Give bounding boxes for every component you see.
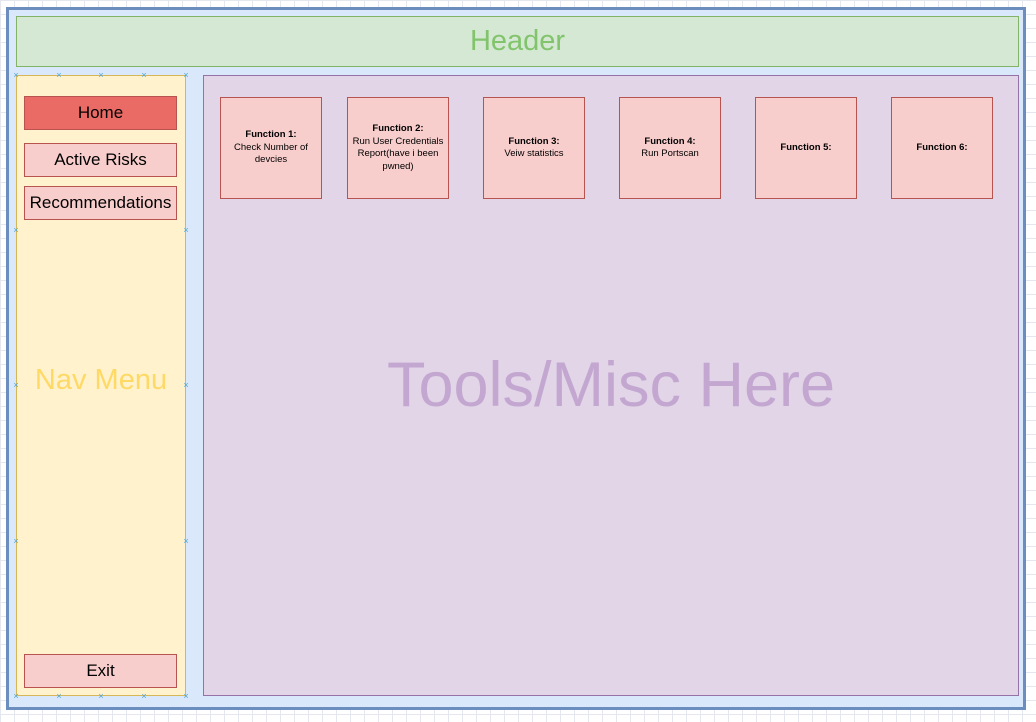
selection-handle-icon[interactable]: × [12,381,20,390]
selection-handle-icon[interactable]: × [182,537,190,546]
function-1-desc: Check Number of devcies [234,141,308,166]
function-3-button[interactable]: Function 3: Veiw statistics [483,97,585,199]
exit-button[interactable]: Exit [24,654,177,688]
selection-handle-icon[interactable]: × [12,537,20,546]
selection-handle-icon[interactable]: × [140,692,148,701]
selection-handle-icon[interactable]: × [12,226,20,235]
function-5-button[interactable]: Function 5: [755,97,857,199]
selection-handle-icon[interactable]: × [12,692,20,701]
nav-button-recommendations[interactable]: Recommendations [24,186,177,220]
selection-handle-icon[interactable]: × [182,226,190,235]
selection-handle-icon[interactable]: × [182,381,190,390]
function-1-title: Function 1: [245,129,297,141]
function-2-desc: Run User Credentials Report(have i been … [352,135,444,172]
main-content-label: Tools/Misc Here [386,350,836,420]
function-3-desc: Veiw statistics [504,148,564,159]
function-3-title: Function 3: [508,135,560,147]
function-6-title: Function 6: [916,141,968,153]
header-label: Header [469,25,566,57]
selection-handle-icon[interactable]: × [182,71,190,80]
selection-handle-icon[interactable]: × [55,71,63,80]
function-2-button[interactable]: Function 2: Run User Credentials Report(… [347,97,449,199]
selection-handle-icon[interactable]: × [182,692,190,701]
function-4-desc: Run Portscan [641,148,699,159]
selection-handle-icon[interactable]: × [140,71,148,80]
header-bar: Header [16,16,1019,67]
function-6-button[interactable]: Function 6: [891,97,993,199]
selection-handle-icon[interactable]: × [12,71,20,80]
nav-button-home[interactable]: Home [24,96,177,130]
nav-button-active-risks[interactable]: Active Risks [24,143,177,177]
selection-handle-icon[interactable]: × [55,692,63,701]
selection-handle-icon[interactable]: × [97,71,105,80]
function-2-title: Function 2: [372,123,424,134]
nav-menu-label: Nav Menu [34,364,168,396]
selection-handle-icon[interactable]: × [97,692,105,701]
function-5-title: Function 5: [780,141,832,153]
function-4-title: Function 4: [644,135,696,147]
function-1-button[interactable]: Function 1: Check Number of devcies [220,97,322,199]
function-4-button[interactable]: Function 4: Run Portscan [619,97,721,199]
